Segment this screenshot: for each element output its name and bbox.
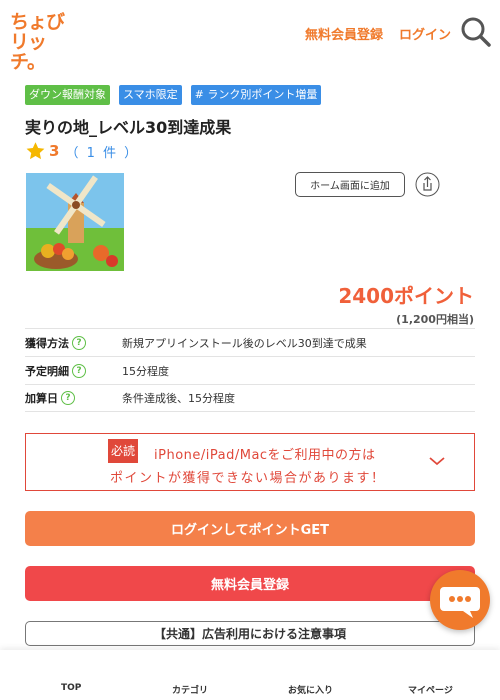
star-icon xyxy=(26,142,45,160)
chat-support-button[interactable] xyxy=(430,570,490,630)
help-icon[interactable]: ? xyxy=(72,363,86,378)
info-key: 加算日 xyxy=(25,392,58,405)
info-key: 獲得方法 xyxy=(25,336,69,350)
tag-down-reward: ダウン報酬対象 xyxy=(25,85,110,105)
info-row: 予定明細? 15分程度 xyxy=(25,356,475,384)
rating: 3 （ 1 件 ） xyxy=(25,141,139,161)
offer-title: 実りの地_レベル30到達成果 xyxy=(25,118,232,137)
must-read-badge: 必読 xyxy=(108,439,139,463)
share-icon[interactable] xyxy=(415,172,440,197)
logo-text-line1: ちょび xyxy=(10,11,65,33)
chat-icon xyxy=(440,587,480,618)
app-icon-image xyxy=(26,173,124,271)
tab-favorites[interactable]: お気に入り xyxy=(288,683,333,696)
review-count-link[interactable]: （ 1 件 ） xyxy=(65,142,139,161)
login-link[interactable]: ログイン xyxy=(399,24,451,43)
tab-mypage[interactable]: マイページ xyxy=(408,683,453,696)
site-logo[interactable]: ちょび リッチ。 xyxy=(10,11,70,72)
search-icon[interactable] xyxy=(460,16,492,48)
points-value: 2400ポイント xyxy=(338,284,474,308)
logo-text-line2: リッチ。 xyxy=(10,31,47,73)
help-icon[interactable]: ? xyxy=(72,335,86,350)
info-value: 条件達成後、15分程度 xyxy=(122,392,235,405)
ad-usage-caution-button[interactable]: 【共通】広告利用における注意事項 xyxy=(25,621,475,646)
site-header: ちょび リッチ。 無料会員登録 ログイン xyxy=(0,0,500,72)
info-row: 獲得方法? 新規アプリインストール後のレベル30到達で成果 xyxy=(25,328,475,356)
points-yen-equivalent: (1,200円相当) xyxy=(396,313,474,326)
bottom-tab-bar: TOP カテゴリ お気に入り マイページ xyxy=(0,650,500,700)
info-value: 15分程度 xyxy=(122,364,169,378)
login-get-points-button[interactable]: ログインしてポイントGET xyxy=(25,511,475,546)
tag-smartphone-only: スマホ限定 xyxy=(119,85,182,105)
notice-text-line1: iPhone/iPad/Macをご利用中の方は xyxy=(154,448,376,463)
points-block: 2400ポイント (1,200円相当) xyxy=(338,280,474,327)
tab-top[interactable]: TOP xyxy=(61,683,81,693)
apple-device-notice[interactable]: 必読 iPhone/iPad/Macをご利用中の方は ポイントが獲得できない場合… xyxy=(25,433,475,491)
tab-category[interactable]: カテゴリ xyxy=(172,683,208,696)
offer-info-table: 獲得方法? 新規アプリインストール後のレベル30到達で成果 予定明細? 15分程… xyxy=(25,328,475,412)
info-row: 加算日? 条件達成後、15分程度 xyxy=(25,384,475,412)
chevron-down-icon xyxy=(429,457,445,466)
tag-rank-bonus[interactable]: # ランク別ポイント増量 xyxy=(190,85,322,105)
free-register-button[interactable]: 無料会員登録 xyxy=(25,566,475,601)
rating-score: 3 xyxy=(49,142,60,160)
register-link[interactable]: 無料会員登録 xyxy=(305,24,383,43)
tag-list: ダウン報酬対象 スマホ限定 # ランク別ポイント増量 xyxy=(25,85,322,105)
info-value: 新規アプリインストール後のレベル30到達で成果 xyxy=(122,336,367,350)
info-key: 予定明細 xyxy=(25,364,69,378)
help-icon[interactable]: ? xyxy=(61,391,75,405)
add-to-home-button[interactable]: ホーム画面に追加 xyxy=(295,172,405,197)
notice-text-line2: ポイントが獲得できない場合があります！ xyxy=(110,471,386,486)
